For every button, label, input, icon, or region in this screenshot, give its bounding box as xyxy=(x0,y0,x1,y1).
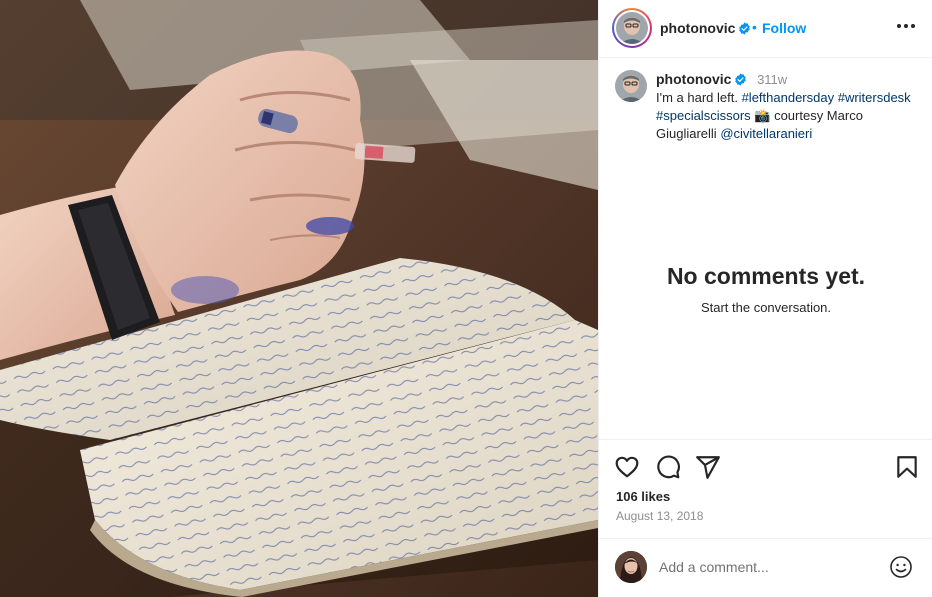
no-comments-title: No comments yet. xyxy=(666,263,866,289)
author-username[interactable]: photonovic xyxy=(660,20,751,36)
hashtag-link[interactable]: #writersdesk xyxy=(838,90,911,105)
header-separator: • xyxy=(752,19,757,35)
more-options-icon[interactable] xyxy=(897,24,915,30)
avatar-face-icon xyxy=(616,12,648,44)
post-photo[interactable] xyxy=(0,0,598,597)
heart-icon[interactable] xyxy=(614,454,640,480)
hashtag-link[interactable]: #specialscissors xyxy=(656,108,751,123)
verified-badge-icon xyxy=(739,22,751,35)
comment-icon[interactable] xyxy=(655,454,681,480)
mention-link[interactable]: @civitellaranieri xyxy=(720,126,812,141)
post-header: photonovic • Follow xyxy=(599,0,932,58)
current-user-avatar[interactable] xyxy=(615,551,647,583)
add-comment-input[interactable] xyxy=(659,556,879,578)
follow-button[interactable]: Follow xyxy=(762,20,806,36)
post-date[interactable]: August 13, 2018 xyxy=(616,509,703,523)
author-username-text: photonovic xyxy=(660,20,736,36)
caption-text: I'm a hard left. xyxy=(656,90,742,105)
post-photo-illustration xyxy=(0,0,598,597)
caption-verified-badge-icon xyxy=(735,73,747,86)
bookmark-icon[interactable] xyxy=(894,454,920,480)
caption-avatar[interactable] xyxy=(615,70,647,102)
caption-avatar-face-icon xyxy=(615,70,647,102)
no-comments-subtitle: Start the conversation. xyxy=(700,300,832,315)
post-actions: 106 likes August 13, 2018 xyxy=(599,439,932,539)
current-user-face-icon xyxy=(615,551,647,583)
author-avatar[interactable] xyxy=(612,8,652,48)
caption-text-block: photonovic 311w I'm a hard left. #leftha… xyxy=(656,70,926,143)
caption-body: I'm a hard left. #lefthandersday #writer… xyxy=(656,89,926,143)
caption-timestamp[interactable]: 311w xyxy=(757,72,787,87)
post-side-panel: photonovic • Follow photonovic 311w I'm … xyxy=(598,0,932,597)
hashtag-link[interactable]: #lefthandersday xyxy=(742,90,835,105)
add-comment-bar xyxy=(599,538,932,597)
caption-username[interactable]: photonovic xyxy=(656,71,731,87)
smiley-icon[interactable] xyxy=(889,555,913,579)
likes-count[interactable]: 106 likes xyxy=(616,489,670,504)
share-icon[interactable] xyxy=(695,454,721,480)
